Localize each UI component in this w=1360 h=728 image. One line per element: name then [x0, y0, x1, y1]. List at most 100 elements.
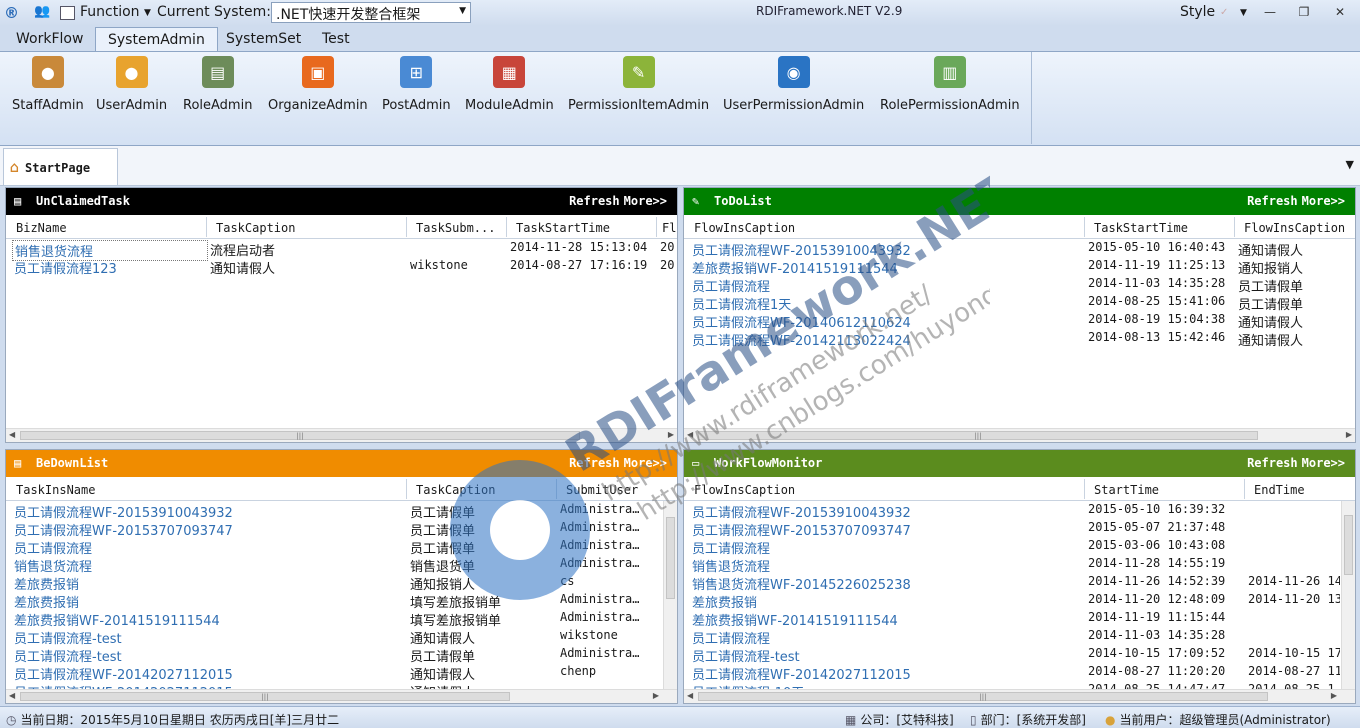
role-permission-icon: ▥ — [933, 56, 966, 88]
tab-workflow[interactable]: WorkFlow — [4, 27, 95, 52]
panel-header: ▤ BeDownList Refresh More>> — [6, 450, 677, 477]
task-start-time: 2014-08-13 15:42:46 — [1088, 330, 1226, 344]
column-flowinscaption[interactable]: FlowInsCaption — [694, 221, 1079, 235]
table-row[interactable]: 员工请假流程 2015-03-06 10:43:08 — [684, 537, 1355, 557]
start-time: 2014-10-15 17:09:52 — [1088, 646, 1226, 660]
column-flowinscaption[interactable]: FlowInsCaption — [694, 483, 1084, 497]
more-link[interactable]: More>> — [624, 456, 667, 470]
column-taskinsname[interactable]: TaskInsName — [16, 483, 406, 497]
refresh-link[interactable]: Refresh — [569, 194, 620, 208]
table-row[interactable]: 销售退货流程 销售退货单 Administra… — [6, 555, 677, 575]
table-row[interactable]: 员工请假流程WF-20153910043932 员工请假单 Administra… — [6, 501, 677, 521]
current-system-select[interactable]: .NET快速开发整合框架 ▼ — [271, 2, 471, 23]
more-link[interactable]: More>> — [624, 194, 667, 208]
roleadmin-button[interactable]: ▤ RoleAdmin — [183, 56, 252, 113]
organizeadmin-button[interactable]: ▣ OrganizeAdmin — [268, 56, 368, 113]
table-row[interactable]: 差旅费报销WF-20141519111544 填写差旅报销单 Administra… — [6, 609, 677, 629]
table-row[interactable]: 差旅费报销 填写差旅报销单 Administra… — [6, 591, 677, 611]
submit-user: Administra… — [560, 610, 640, 624]
table-row[interactable]: 员工请假流程WF-20153707093747 员工请假单 Administra… — [6, 519, 677, 539]
userpermissionadmin-button[interactable]: ◉ UserPermissionAdmin — [723, 56, 864, 113]
useradmin-label: UserAdmin — [96, 98, 168, 113]
table-row[interactable]: 员工请假流程WF-20153910043932 2015-05-10 16:39:… — [684, 501, 1355, 521]
chevron-down-icon[interactable]: ▼ — [144, 8, 151, 18]
table-row[interactable]: 员工请假流程WF-20140612110624 2014-08-19 15:04:… — [684, 311, 1355, 331]
chevron-down-icon[interactable]: ▼ — [1240, 8, 1247, 18]
table-row[interactable]: 员工请假流程123 通知请假人 wikstone 2014-08-27 17:1… — [6, 257, 677, 277]
vertical-scrollbar[interactable] — [663, 501, 677, 689]
column-starttime[interactable]: StartTime — [1094, 483, 1234, 497]
table-row[interactable]: 员工请假流程1天 2014-08-25 15:41:06 员工请假单 — [684, 293, 1355, 313]
staffadmin-button[interactable]: ● StaffAdmin — [12, 56, 84, 113]
table-row[interactable]: 员工请假流程WF-20142027112015 2014-08-27 11:20:… — [684, 663, 1355, 683]
tab-startpage[interactable]: ⌂ StartPage — [3, 148, 118, 185]
app-logo-icon[interactable]: ® — [4, 4, 19, 22]
biz-name[interactable]: 员工请假流程123 — [14, 258, 208, 277]
column-fl[interactable]: Fl — [662, 221, 677, 235]
function-menu[interactable]: Function — [80, 4, 140, 20]
column-taskstarttime[interactable]: TaskStartTime — [516, 221, 656, 235]
building-icon: ▦ — [845, 713, 857, 727]
vertical-scrollbar[interactable] — [1341, 501, 1355, 689]
table-row[interactable]: 销售退货流程WF-20145226025238 2014-11-26 14:52:… — [684, 573, 1355, 593]
table-row[interactable]: 员工请假流程WF-20142027112015 通知请假人 chenp — [6, 663, 677, 683]
tab-systemadmin[interactable]: SystemAdmin — [95, 27, 218, 52]
horizontal-scrollbar[interactable]: ◀ ||| ▶ — [6, 428, 677, 442]
flow-caption[interactable]: 员工请假流程WF-20142113022424 — [692, 330, 1082, 349]
horizontal-scrollbar[interactable]: ◀ ||| ▶ — [6, 689, 677, 703]
table-row[interactable]: 销售退货流程 2014-11-28 14:55:19 — [684, 555, 1355, 575]
permissionitemadmin-button[interactable]: ✎ PermissionItemAdmin — [568, 56, 709, 113]
start-time: 2014-11-28 14:55:19 — [1088, 556, 1226, 570]
minimize-icon[interactable]: — — [1258, 2, 1282, 22]
postadmin-button[interactable]: ⊞ PostAdmin — [382, 56, 451, 113]
table-row[interactable]: 员工请假流程 员工请假单 Administra… — [6, 537, 677, 557]
tab-systemset[interactable]: SystemSet — [214, 27, 313, 52]
refresh-link[interactable]: Refresh — [569, 456, 620, 470]
column-taskstarttime[interactable]: TaskStartTime — [1094, 221, 1234, 235]
column-submituser[interactable]: SubmitUser — [566, 483, 661, 497]
table-row[interactable]: 员工请假流程WF-20142113022424 2014-08-13 15:42:… — [684, 329, 1355, 349]
end-time: 2014-10-15 17 — [1248, 646, 1340, 660]
tab-list-dropdown-icon[interactable]: ▼ — [1346, 158, 1354, 171]
moduleadmin-button[interactable]: ▦ ModuleAdmin — [465, 56, 554, 113]
table-row[interactable]: 员工请假流程 2014-11-03 14:35:28 — [684, 627, 1355, 647]
table-row[interactable]: 员工请假流程WF-20153910043932 2015-05-10 16:40:… — [684, 239, 1355, 259]
table-row[interactable]: 差旅费报销WF-20141519111544 2014-11-19 11:25:1… — [684, 257, 1355, 277]
horizontal-scrollbar[interactable]: ◀ ||| ▶ — [684, 689, 1355, 703]
refresh-link[interactable]: Refresh — [1247, 456, 1298, 470]
column-taskcaption[interactable]: TaskCaption — [416, 483, 556, 497]
more-link[interactable]: More>> — [1302, 456, 1345, 470]
horizontal-scrollbar[interactable]: ◀ ||| ▶ — [684, 428, 1355, 442]
todo-icon: ✎ — [692, 194, 700, 208]
table-row[interactable]: 差旅费报销 通知报销人 cs — [6, 573, 677, 593]
style-menu[interactable]: Style — [1180, 4, 1215, 20]
staff-icon: ● — [31, 56, 64, 88]
refresh-link[interactable]: Refresh — [1247, 194, 1298, 208]
restore-icon[interactable]: ❐ — [1292, 2, 1316, 22]
table-row[interactable]: 差旅费报销 2014-11-20 12:48:09 2014-11-20 13 — [684, 591, 1355, 611]
rolepermissionadmin-button[interactable]: ▥ RolePermissionAdmin — [880, 56, 1020, 113]
table-row[interactable]: 员工请假流程-test 员工请假单 Administra… — [6, 645, 677, 665]
table-row[interactable]: 销售退货流程 流程启动者 2014-11-28 15:13:04 20 — [6, 239, 677, 261]
column-taskcaption[interactable]: TaskCaption — [216, 221, 406, 235]
table-row[interactable]: 员工请假流程-test 2014-10-15 17:09:52 2014-10-15… — [684, 645, 1355, 665]
column-header: BizName TaskCaption TaskSubm... TaskStar… — [6, 215, 677, 239]
table-row[interactable]: 差旅费报销WF-20141519111544 2014-11-19 11:15:4… — [684, 609, 1355, 629]
status-bar: ◷ 当前日期：2015年5月10日星期日 农历丙戌日[羊]三月廿二 ▦ 公司：[艾特… — [0, 706, 1360, 728]
status-user-text: 当前用户：超级管理员(Administrator) — [1119, 713, 1331, 727]
close-icon[interactable]: ✕ — [1328, 2, 1352, 22]
table-row[interactable]: 员工请假流程 2014-11-03 14:35:28 员工请假单 — [684, 275, 1355, 295]
users-quick-icon[interactable]: 👥 — [34, 4, 50, 19]
column-bizname[interactable]: BizName — [16, 221, 206, 235]
current-system-value: .NET快速开发整合框架 — [276, 7, 421, 23]
column-tasksubmit[interactable]: TaskSubm... — [416, 221, 506, 235]
useradmin-button[interactable]: ● UserAdmin — [96, 56, 167, 113]
status-company-text: 公司：[艾特科技] — [860, 713, 954, 727]
table-row[interactable]: 员工请假流程-test 通知请假人 wikstone — [6, 627, 677, 647]
table-row[interactable]: 员工请假流程WF-20153707093747 2015-05-07 21:37:… — [684, 519, 1355, 539]
function-menu-icon[interactable] — [60, 6, 75, 20]
tab-test[interactable]: Test — [310, 27, 362, 52]
column-flowinscaption-2[interactable]: FlowInsCaption — [1244, 221, 1354, 235]
more-link[interactable]: More>> — [1302, 194, 1345, 208]
column-endtime[interactable]: EndTime — [1254, 483, 1339, 497]
